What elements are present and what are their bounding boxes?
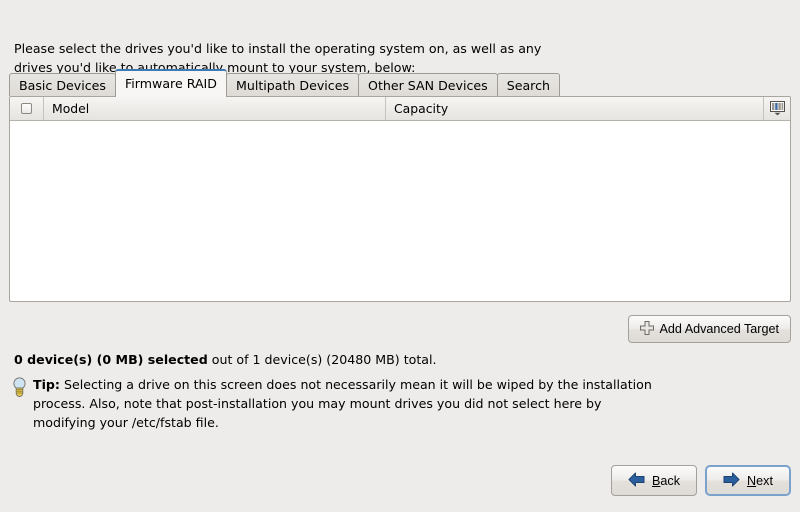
arrow-right-icon (723, 472, 740, 490)
tip-block: Tip: Selecting a drive on this screen do… (12, 375, 652, 432)
next-mnemonic: N (747, 473, 757, 488)
instruction-line-1: Please select the drives you'd like to i… (14, 41, 542, 56)
add-advanced-target-label: Add Advanced Target (659, 322, 780, 336)
select-all-column-header[interactable] (10, 97, 44, 120)
arrow-left-icon (628, 472, 645, 490)
column-header-label: Capacity (394, 101, 449, 116)
back-button-label: Back (652, 474, 680, 488)
tab-search[interactable]: Search (496, 73, 560, 96)
plus-icon (639, 320, 654, 338)
tab-label: Basic Devices (19, 77, 106, 93)
device-table-header: Model Capacity (10, 97, 790, 121)
tab-label: Multipath Devices (235, 77, 350, 93)
instruction-text: Please select the drives you'd like to i… (14, 20, 674, 77)
device-table-body[interactable] (10, 121, 790, 300)
tab-basic-devices[interactable]: Basic Devices (9, 73, 116, 96)
lightbulb-icon (12, 377, 27, 400)
column-header-model[interactable]: Model (44, 97, 386, 120)
selection-status-bold: 0 device(s) (0 MB) selected (14, 352, 208, 367)
tip-text: Tip: Selecting a drive on this screen do… (33, 375, 652, 432)
add-advanced-target-button[interactable]: Add Advanced Target (627, 315, 791, 343)
next-label-rest: ext (756, 473, 773, 488)
tab-multipath-devices[interactable]: Multipath Devices (225, 73, 360, 96)
tip-label: Tip: (33, 377, 60, 392)
tab-firmware-raid[interactable]: Firmware RAID (114, 69, 227, 97)
device-table: Model Capacity (9, 96, 791, 302)
column-header-label: Model (52, 101, 90, 116)
column-header-capacity[interactable]: Capacity (386, 97, 764, 120)
column-chooser-button[interactable] (764, 97, 790, 120)
tip-body: Selecting a drive on this screen does no… (33, 377, 652, 430)
selection-status-remainder: out of 1 device(s) (20480 MB) total. (207, 352, 437, 367)
back-label-rest: ack (660, 473, 680, 488)
column-chooser-icon (769, 101, 785, 116)
device-tabs: Basic Devices Firmware RAID Multipath De… (9, 69, 560, 97)
tab-label: Search (506, 77, 550, 93)
tab-other-san-devices[interactable]: Other SAN Devices (358, 73, 498, 96)
back-button[interactable]: Back (611, 465, 697, 496)
tab-label: Other SAN Devices (368, 77, 488, 93)
next-button[interactable]: Next (705, 465, 791, 496)
tab-label: Firmware RAID (124, 76, 217, 91)
next-button-label: Next (747, 474, 773, 488)
select-all-checkbox[interactable] (21, 103, 32, 114)
navigation-buttons: Back Next (611, 465, 791, 496)
selection-status: 0 device(s) (0 MB) selected out of 1 dev… (14, 352, 437, 367)
